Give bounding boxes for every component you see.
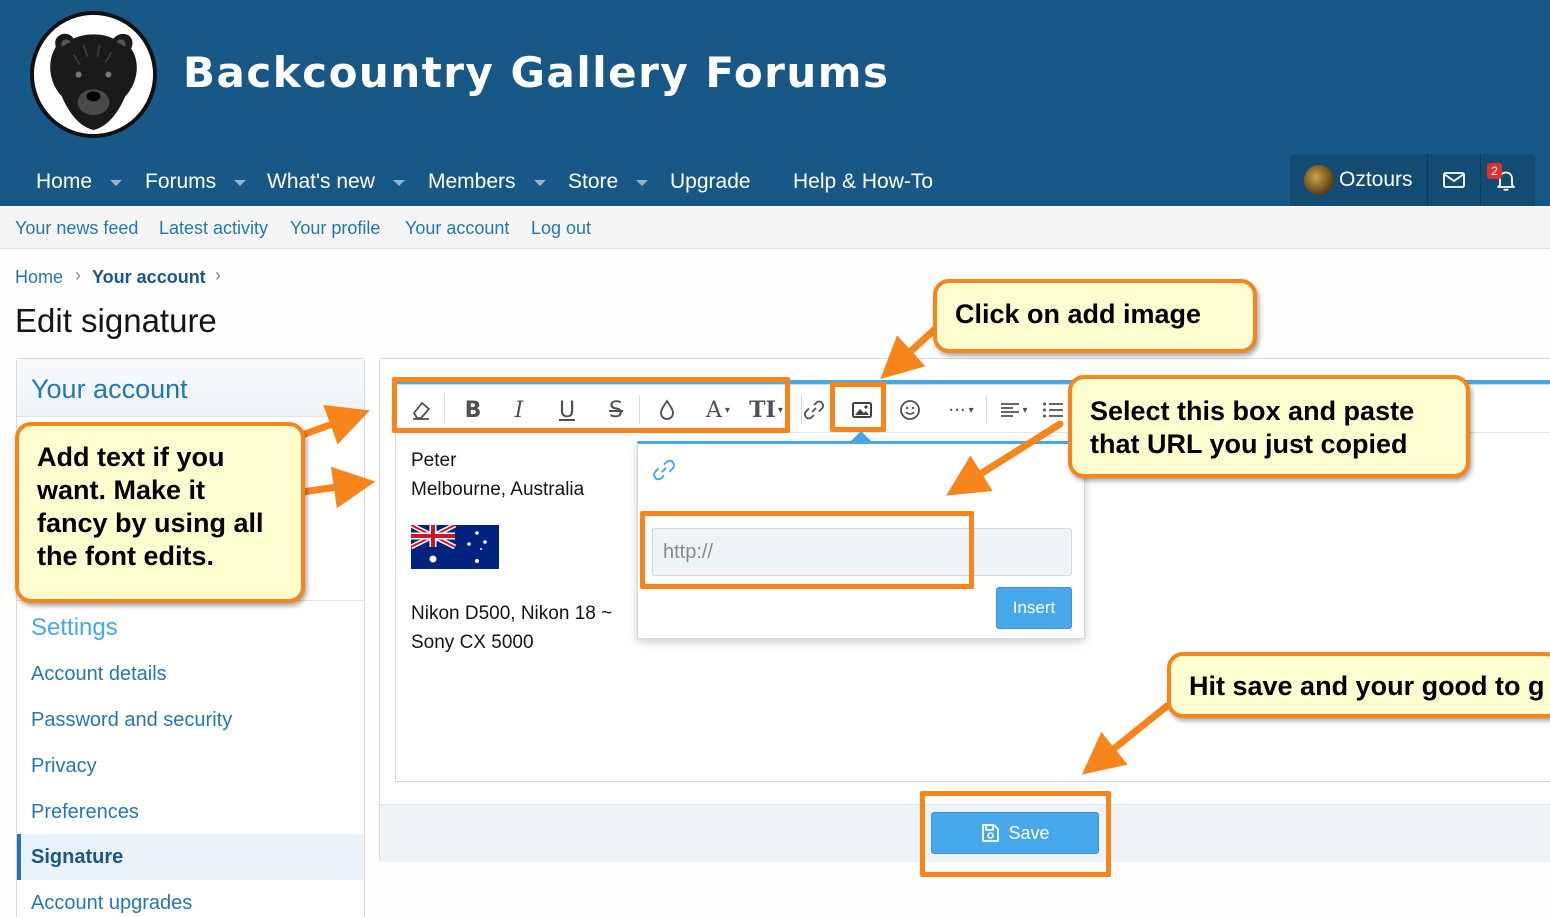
sidebar-item-account-details[interactable]: Account details: [31, 663, 167, 686]
subnav-your-account[interactable]: Your account: [405, 218, 509, 239]
callout-text: fancy by using all: [37, 508, 264, 538]
sub-nav: Your news feed Latest activity Your prof…: [0, 206, 1550, 249]
chevron-down-icon[interactable]: [234, 180, 247, 186]
toolbar-divider: [986, 395, 987, 423]
font-tools-highlight: [392, 377, 790, 433]
image-button-highlight: [830, 382, 886, 432]
callout-text: the font edits.: [37, 541, 214, 571]
subnav-latest-activity[interactable]: Latest activity: [159, 218, 268, 239]
sidebar-item-signature[interactable]: Signature: [17, 834, 364, 880]
nav-label: Store: [568, 170, 619, 193]
breadcrumb-home[interactable]: Home: [15, 267, 63, 288]
australian-flag-image[interactable]: [411, 525, 499, 569]
envelope-icon[interactable]: [1442, 170, 1466, 190]
popup-pointer: [851, 431, 871, 441]
callout-text: Add text if you: [37, 442, 225, 472]
smiley-icon[interactable]: [895, 395, 925, 425]
more-glyph: ···: [948, 399, 966, 421]
bear-logo-icon[interactable]: [30, 11, 157, 138]
sidebar-item-privacy[interactable]: Privacy: [31, 755, 97, 778]
nav-help[interactable]: Help & How-To: [793, 158, 933, 206]
chevron-down-icon[interactable]: [110, 180, 123, 186]
nav-label: Home: [36, 170, 93, 193]
site-header: Backcountry Gallery Forums Home Forums W…: [0, 0, 1550, 206]
sidebar-title[interactable]: Your account: [31, 374, 188, 405]
nav-forums[interactable]: Forums: [145, 158, 247, 206]
nav-label: Members: [428, 170, 516, 193]
callout-text: Select this box and paste: [1090, 396, 1415, 426]
signature-line: Peter: [411, 450, 457, 471]
save-button-highlight: [920, 791, 1111, 877]
main-nav: Home Forums What's new Members Store Upg…: [0, 158, 1290, 206]
nav-store[interactable]: Store: [568, 158, 649, 206]
subnav-your-profile[interactable]: Your profile: [290, 218, 380, 239]
nav-label: Upgrade: [670, 170, 751, 193]
alert-count-badge: 2: [1487, 163, 1502, 179]
callout-click-add-image: Click on add image: [933, 279, 1257, 353]
sidebar-item-account-upgrades[interactable]: Account upgrades: [31, 892, 192, 915]
callout-text: that URL you just copied: [1090, 429, 1408, 459]
nav-label: Forums: [145, 170, 217, 193]
callout-text: Hit save and your good to g: [1189, 671, 1545, 701]
subnav-log-out[interactable]: Log out: [531, 218, 591, 239]
link-icon[interactable]: [652, 458, 676, 482]
callout-hit-save: Hit save and your good to g: [1167, 652, 1550, 718]
url-input-highlight: [640, 511, 974, 589]
chevron-down-icon: ▾: [968, 404, 974, 416]
signature-line: Nikon D500, Nikon 18 ~: [411, 603, 613, 624]
sidebar-item-password-security[interactable]: Password and security: [31, 709, 232, 732]
callout-text: Click on add image: [955, 299, 1202, 329]
chevron-down-icon[interactable]: [392, 180, 405, 186]
subnav-news-feed[interactable]: Your news feed: [15, 218, 138, 239]
user-name-link[interactable]: Oztours: [1339, 168, 1413, 192]
sidebar-item-label: Signature: [31, 846, 124, 868]
list-icon[interactable]: [1038, 395, 1068, 425]
callout-text: want. Make it: [37, 475, 206, 505]
nav-label: What's new: [267, 170, 375, 193]
signature-line: Melbourne, Australia: [411, 479, 585, 500]
divider: [1427, 154, 1428, 206]
more-icon[interactable]: ··· ▾: [941, 395, 981, 425]
user-bar: Oztours 2: [1290, 154, 1535, 206]
chevron-down-icon: ▾: [1022, 404, 1028, 416]
callout-paste-url: Select this box and paste that URL you j…: [1068, 375, 1470, 478]
signature-line: Sony CX 5000: [411, 632, 534, 653]
page-title: Edit signature: [15, 302, 217, 339]
sidebar-settings-heading: Settings: [31, 614, 118, 641]
link-icon[interactable]: [799, 395, 829, 425]
nav-upgrade[interactable]: Upgrade: [670, 158, 751, 206]
callout-add-text: Add text if you want. Make it fancy by u…: [15, 422, 305, 603]
breadcrumb-your-account[interactable]: Your account: [92, 267, 206, 288]
chevron-down-icon[interactable]: [533, 180, 546, 186]
chevron-down-icon[interactable]: [636, 180, 649, 186]
nav-label: Help & How-To: [793, 170, 934, 193]
nav-whats-new[interactable]: What's new: [267, 158, 405, 206]
site-title[interactable]: Backcountry Gallery Forums: [183, 48, 890, 97]
sidebar-header: Your account: [17, 359, 364, 417]
nav-home[interactable]: Home: [36, 158, 123, 206]
divider: [1480, 154, 1481, 206]
breadcrumb-separator: ›: [215, 265, 221, 285]
avatar[interactable]: [1304, 165, 1334, 195]
breadcrumb-separator: ›: [75, 265, 81, 285]
insert-button[interactable]: Insert: [996, 587, 1072, 629]
sidebar-item-preferences[interactable]: Preferences: [31, 801, 139, 824]
nav-members[interactable]: Members: [428, 158, 546, 206]
align-icon[interactable]: ▾: [994, 395, 1034, 425]
